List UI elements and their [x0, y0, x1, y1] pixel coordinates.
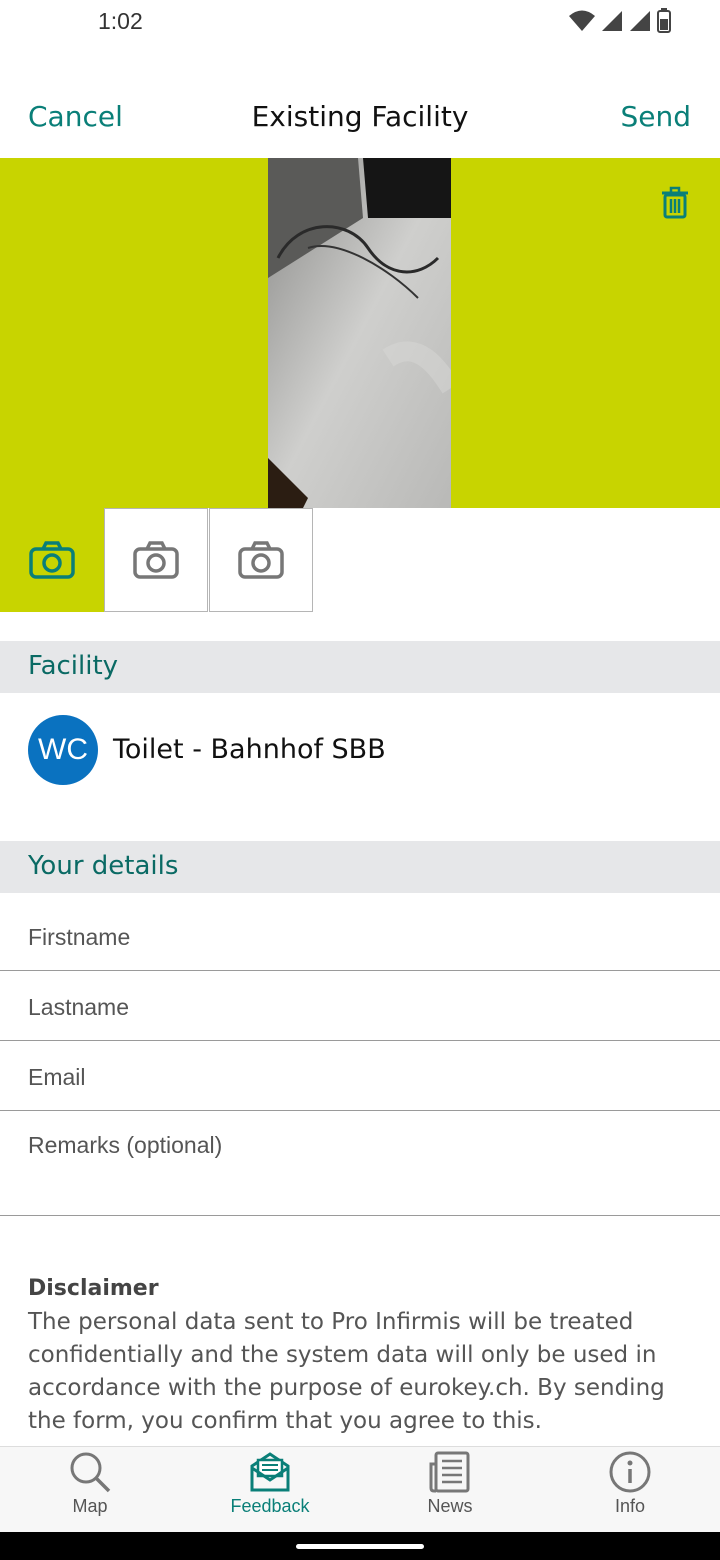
trash-icon	[662, 186, 688, 219]
status-bar: 1:02	[0, 0, 720, 50]
lastname-field-row	[0, 971, 720, 1041]
nav-news[interactable]: News	[360, 1450, 540, 1530]
section-details-title: Your details	[28, 851, 179, 881]
disclaimer-text: The personal data sent to Pro Infirmis w…	[28, 1309, 665, 1434]
search-icon	[70, 1452, 111, 1493]
camera-icon	[29, 541, 75, 579]
remarks-input[interactable]	[28, 1132, 688, 1202]
photo-image	[268, 158, 451, 508]
nav-news-label: News	[427, 1496, 473, 1516]
camera-icon	[238, 541, 284, 579]
facility-name: Toilet - Bahnhof SBB	[113, 734, 386, 765]
email-field-row	[0, 1041, 720, 1111]
nav-info-label: Info	[614, 1496, 646, 1516]
info-icon	[609, 1451, 651, 1493]
firstname-field-row	[0, 894, 720, 971]
facility-badge: WC	[28, 715, 98, 785]
status-icons	[568, 8, 672, 34]
send-button[interactable]: Send	[620, 100, 691, 133]
nav-feedback-label: Feedback	[230, 1496, 310, 1516]
section-facility-title: Facility	[28, 651, 119, 681]
mail-icon	[250, 1452, 290, 1492]
firstname-input[interactable]	[28, 922, 688, 952]
remarks-field-row	[0, 1111, 720, 1216]
section-details: Your details	[0, 841, 720, 893]
home-indicator[interactable]	[296, 1544, 424, 1549]
nav-map-label: Map	[72, 1496, 108, 1516]
section-facility: Facility	[0, 641, 720, 693]
signal-icon	[602, 11, 622, 31]
signal-icon-2	[630, 11, 650, 31]
newspaper-icon	[429, 1451, 470, 1493]
photo-slot-2[interactable]	[104, 508, 208, 612]
lastname-input[interactable]	[28, 992, 688, 1022]
nav-map[interactable]: Map	[0, 1450, 180, 1530]
photo-slot-1[interactable]	[0, 508, 104, 612]
nav-info[interactable]: Info	[540, 1450, 720, 1530]
wifi-icon	[569, 10, 595, 31]
cancel-button[interactable]: Cancel	[28, 100, 123, 133]
disclaimer-title: Disclaimer	[28, 1276, 159, 1301]
status-time: 1:02	[98, 8, 143, 34]
nav-feedback[interactable]: Feedback	[180, 1450, 360, 1530]
email-input[interactable]	[28, 1062, 688, 1092]
photo-slot-3[interactable]	[209, 508, 313, 612]
battery-icon	[657, 8, 671, 33]
camera-icon	[133, 541, 179, 579]
delete-photo-button[interactable]	[658, 186, 692, 220]
